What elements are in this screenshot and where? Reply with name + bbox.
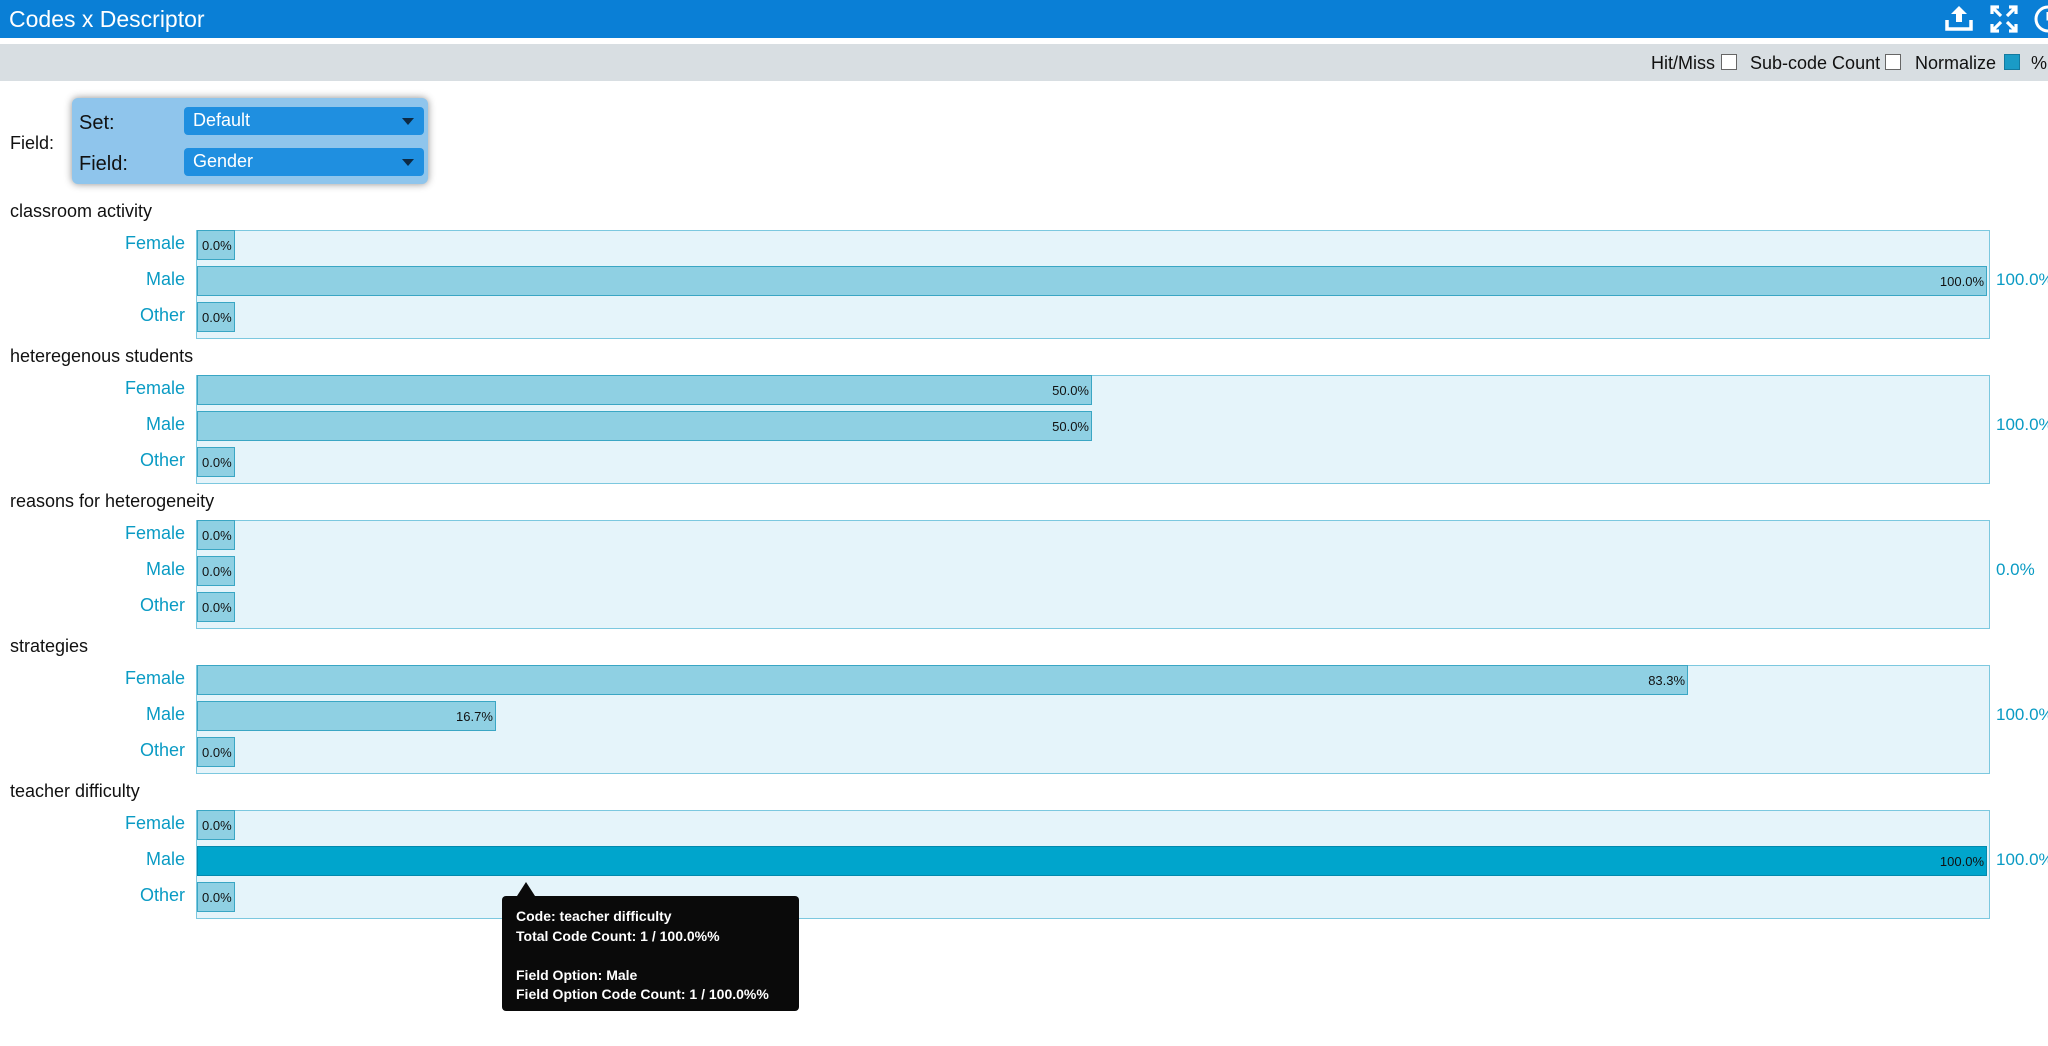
group-total: 100.0% — [1996, 850, 2048, 869]
bar-value-label: 0.0% — [202, 564, 232, 579]
field-label: Field: — [10, 133, 55, 153]
bar-value-label: 0.0% — [202, 818, 232, 833]
row-label: Female — [124, 233, 185, 253]
fullscreen-icon[interactable] — [1988, 3, 2020, 35]
group-title: heteregenous students — [10, 346, 194, 366]
group-total: 100.0% — [1996, 270, 2048, 289]
chevron-down-icon — [402, 159, 414, 166]
bar[interactable]: 0.0% — [197, 810, 235, 840]
tooltip-field-option: Field Option: Male — [516, 966, 638, 983]
bar[interactable]: 0.0% — [197, 230, 235, 260]
bar[interactable]: 0.0% — [197, 592, 235, 622]
row-label: Male — [145, 269, 185, 289]
normalize-label: Normalize — [1915, 53, 1997, 73]
row-label: Female — [124, 378, 185, 398]
bar-value-label: 0.0% — [202, 528, 232, 543]
row-label: Male — [145, 559, 185, 579]
bar-value-label: 100.0% — [1939, 854, 1984, 869]
subcode-count-checkbox[interactable] — [1885, 54, 1901, 70]
percent-label: % — [2031, 53, 2048, 73]
options-bar: Hit/Miss Sub-code Count Normalize % — [0, 44, 2048, 81]
clock-icon[interactable] — [2032, 3, 2048, 35]
tooltip-spacer — [516, 946, 799, 966]
group-total: 100.0% — [1996, 415, 2048, 434]
subcode-count-label: Sub-code Count — [1750, 53, 1881, 73]
row-label: Male — [145, 704, 185, 724]
tooltip-field-option-count: Field Option Code Count: 1 / 100.0%% — [516, 986, 769, 1002]
tooltip-total-count: Total Code Count: 1 / 100.0%% — [516, 927, 720, 944]
row-label: Other — [139, 885, 185, 905]
bar-value-label: 100.0% — [1939, 274, 1984, 289]
bar-tooltip: Code: teacher difficulty Total Code Coun… — [502, 896, 799, 1011]
hit-miss-checkbox[interactable] — [1721, 54, 1737, 70]
row-label: Other — [139, 450, 185, 470]
bar-value-label: 0.0% — [202, 455, 232, 470]
normalize-checkbox[interactable] — [2004, 54, 2020, 70]
bar-value-label: 0.0% — [202, 745, 232, 760]
bar[interactable]: 0.0% — [197, 302, 235, 332]
window-title: Codes x Descriptor — [9, 6, 205, 32]
row-label: Female — [124, 523, 185, 543]
bar-value-label: 16.7% — [456, 709, 493, 724]
group-title: strategies — [10, 636, 89, 656]
bar[interactable]: 100.0% — [197, 846, 1987, 876]
hit-miss-label: Hit/Miss — [1651, 53, 1715, 73]
set-dropdown[interactable]: Default — [184, 107, 424, 135]
tooltip-code: Code: teacher difficulty — [516, 908, 672, 924]
bar-value-label: 0.0% — [202, 600, 232, 615]
row-label: Male — [145, 849, 185, 869]
group-title: reasons for heterogeneity — [10, 491, 215, 511]
bar[interactable]: 0.0% — [197, 556, 235, 586]
tooltip-arrow — [517, 882, 535, 896]
row-label: Other — [139, 740, 185, 760]
bar[interactable]: 100.0% — [197, 266, 1987, 296]
field-dropdown-value: Gender — [193, 151, 254, 171]
field-dropdown[interactable]: Gender — [184, 148, 424, 176]
bar-value-label: 0.0% — [202, 238, 232, 253]
row-label: Male — [145, 414, 185, 434]
bar[interactable]: 0.0% — [197, 882, 235, 912]
set-label: Set: — [79, 112, 115, 134]
row-label: Female — [124, 813, 185, 833]
bar[interactable]: 83.3% — [197, 665, 1689, 695]
bar-value-label: 50.0% — [1052, 419, 1089, 434]
group-title: classroom activity — [10, 201, 153, 221]
upload-icon[interactable] — [1943, 3, 1975, 35]
bar[interactable]: 50.0% — [197, 375, 1092, 405]
chevron-down-icon — [402, 118, 414, 125]
title-bar: Codes x Descriptor — [0, 0, 2048, 38]
bar[interactable]: 16.7% — [197, 701, 496, 731]
bar[interactable]: 0.0% — [197, 447, 235, 477]
group-total: 0.0% — [1996, 560, 2035, 579]
bar-value-label: 0.0% — [202, 890, 232, 905]
row-label: Female — [124, 668, 185, 688]
bar-value-label: 83.3% — [1648, 673, 1686, 688]
bar[interactable]: 0.0% — [197, 520, 235, 550]
row-label: Other — [139, 595, 185, 615]
bar-value-label: 0.0% — [202, 310, 232, 325]
set-dropdown-value: Default — [193, 110, 251, 130]
bar[interactable]: 0.0% — [197, 737, 235, 767]
bar[interactable]: 50.0% — [197, 411, 1092, 441]
row-label: Other — [139, 305, 185, 325]
bar-value-label: 50.0% — [1052, 383, 1089, 398]
field-select-label: Field: — [79, 153, 128, 175]
group-total: 100.0% — [1996, 705, 2048, 724]
group-title: teacher difficulty — [10, 781, 140, 801]
group-chart-area — [196, 520, 1990, 629]
